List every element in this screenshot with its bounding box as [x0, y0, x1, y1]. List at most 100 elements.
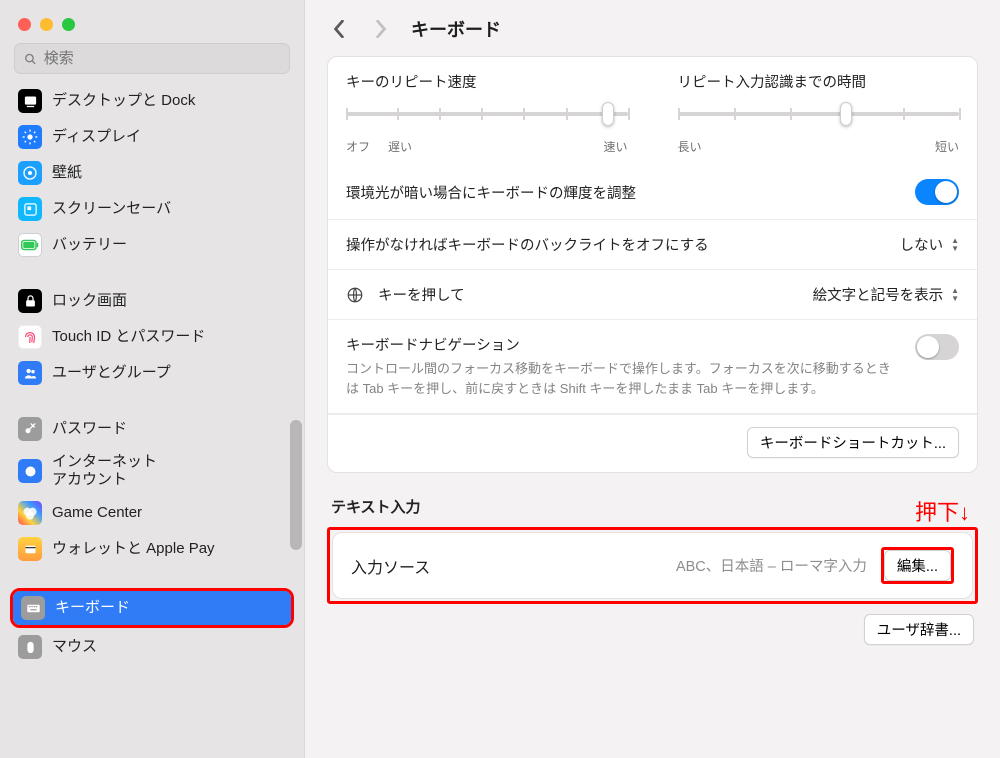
panel-input-source: 入力ソース ABC、日本語 – ローマ字入力 編集... [332, 532, 973, 599]
search-icon [23, 51, 38, 67]
gamecenter-icon [18, 501, 42, 525]
sidebar-item-label: ロック画面 [52, 292, 127, 310]
users-icon [18, 361, 42, 385]
svg-text:@: @ [27, 469, 34, 476]
sidebar-item-mouse[interactable]: マウス [10, 630, 294, 664]
search-input[interactable] [44, 50, 281, 67]
repeat-off-label: オフ [346, 138, 370, 155]
internet-icon: @ [18, 459, 42, 483]
display-icon [18, 125, 42, 149]
lock-icon [18, 289, 42, 313]
header: キーボード [305, 0, 1000, 56]
touchid-icon [18, 325, 42, 349]
sidebar-item-label: ウォレットと Apple Pay [52, 540, 215, 558]
sidebar-item-users[interactable]: ユーザとグループ [10, 356, 294, 390]
sidebar-item-label: デスクトップと Dock [52, 92, 195, 110]
edit-button[interactable]: 編集... [884, 550, 951, 581]
back-button[interactable] [327, 17, 351, 41]
repeat-delay-label: リピート入力認識までの時間 [678, 71, 960, 92]
row-input-source: 入力ソース ABC、日本語 – ローマ字入力 編集... [333, 533, 972, 598]
sidebar-item-passwords[interactable]: パスワード [10, 412, 294, 446]
sidebar-item-desktop-dock[interactable]: デスクトップと Dock [10, 84, 294, 118]
sidebar-item-screensaver[interactable]: スクリーンセーバ [10, 192, 294, 226]
wallet-icon [18, 537, 42, 561]
brightness-label: 環境光が暗い場合にキーボードの輝度を調整 [346, 182, 901, 203]
chevron-updown-icon: ▲▼ [951, 287, 959, 303]
sidebar-item-label: バッテリー [52, 236, 127, 254]
sidebar-nav: デスクトップと Dock ディスプレイ壁紙スクリーンセーババッテリーロック画面 To… [0, 84, 304, 664]
keyboard-nav-desc: コントロール間のフォーカス移動をキーボードで操作します。フォーカスを次に移動する… [346, 359, 901, 399]
sidebar-item-lock[interactable]: ロック画面 [10, 284, 294, 318]
battery-icon [18, 233, 42, 257]
text-input-title: テキスト入力 [327, 496, 425, 527]
sidebar-item-label: Game Center [52, 504, 142, 522]
repeat-delay-slider[interactable] [678, 102, 960, 126]
row-globe-key: キーを押して 絵文字と記号を表示 ▲▼ [328, 270, 977, 320]
keyboard-icon [21, 596, 45, 620]
passwords-icon [18, 417, 42, 441]
close-icon[interactable] [18, 18, 31, 31]
repeat-fast-label: 速い [603, 138, 627, 155]
sidebar-item-wallet[interactable]: ウォレットと Apple Pay [10, 532, 294, 566]
keyboard-nav-label: キーボードナビゲーション [346, 334, 901, 355]
globe-label: キーを押して [378, 284, 799, 305]
repeat-delay-col: リピート入力認識までの時間 長い 短い [678, 71, 960, 155]
annotation-press: 押下↓ [915, 495, 970, 527]
panel-keyboard: キーのリピート速度 オフ遅い 速い リピート入力認識までの時間 [327, 56, 978, 473]
user-dictionary-button[interactable]: ユーザ辞書... [864, 614, 974, 645]
minimize-icon[interactable] [40, 18, 53, 31]
sidebar-item-gamecenter[interactable]: Game Center [10, 496, 294, 530]
sidebar-item-label: 壁紙 [52, 164, 82, 182]
input-source-label: 入力ソース [351, 554, 662, 578]
page-title: キーボード [411, 16, 501, 42]
forward-button[interactable] [369, 17, 393, 41]
repeat-speed-knob[interactable] [602, 102, 614, 126]
repeat-speed-slider[interactable] [346, 102, 628, 126]
ssaver-icon [18, 197, 42, 221]
backlight-select[interactable]: しない ▲▼ [900, 234, 959, 255]
brightness-toggle[interactable] [915, 179, 959, 205]
sidebar-item-label: スクリーンセーバ [52, 200, 171, 218]
globe-icon [346, 286, 364, 304]
sidebar: デスクトップと Dock ディスプレイ壁紙スクリーンセーババッテリーロック画面 To… [0, 0, 305, 758]
sidebar-item-label: Touch ID とパスワード [52, 328, 205, 346]
main-content: キーボード キーのリピート速度 オフ遅い 速い リピー [305, 0, 1000, 758]
row-backlight: 操作がなければキーボードのバックライトをオフにする しない ▲▼ [328, 220, 977, 270]
search-field[interactable] [14, 43, 290, 74]
text-input-section: テキスト入力 押下↓ 入力ソース ABC、日本語 – ローマ字入力 編集... … [327, 495, 978, 645]
sidebar-item-label: ディスプレイ [52, 128, 141, 146]
mouse-icon [18, 635, 42, 659]
globe-value: 絵文字と記号を表示 [813, 284, 944, 305]
row-brightness: 環境光が暗い場合にキーボードの輝度を調整 [328, 165, 977, 220]
window-controls [0, 0, 304, 43]
sidebar-item-internet[interactable]: @ インターネット アカウント [10, 448, 294, 494]
sidebar-item-display[interactable]: ディスプレイ [10, 120, 294, 154]
row-keyboard-nav: キーボードナビゲーション コントロール間のフォーカス移動をキーボードで操作します… [328, 320, 977, 414]
panels-scroll: キーのリピート速度 オフ遅い 速い リピート入力認識までの時間 [305, 56, 1000, 758]
repeat-delay-knob[interactable] [840, 102, 852, 126]
sidebar-item-label: キーボード [55, 599, 130, 617]
shortcuts-row: キーボードショートカット... [328, 414, 977, 472]
maximize-icon[interactable] [62, 18, 75, 31]
sidebar-item-battery[interactable]: バッテリー [10, 228, 294, 262]
chevron-updown-icon: ▲▼ [951, 237, 959, 253]
repeat-speed-col: キーのリピート速度 オフ遅い 速い [346, 71, 628, 155]
sidebar-item-wallpaper[interactable]: 壁紙 [10, 156, 294, 190]
backlight-value: しない [900, 234, 944, 255]
backlight-label: 操作がなければキーボードのバックライトをオフにする [346, 234, 886, 255]
globe-select[interactable]: 絵文字と記号を表示 ▲▼ [813, 284, 959, 305]
sidebar-item-label: インターネット アカウント [52, 453, 157, 489]
repeat-short-label: 短い [935, 138, 959, 155]
repeat-long-label: 長い [678, 138, 702, 155]
sidebar-scrollbar[interactable] [290, 420, 302, 550]
sidebar-item-keyboard[interactable]: キーボード [13, 591, 291, 625]
sidebar-item-label: ユーザとグループ [52, 364, 171, 382]
keyboard-nav-toggle[interactable] [915, 334, 959, 360]
repeat-sliders: キーのリピート速度 オフ遅い 速い リピート入力認識までの時間 [328, 57, 977, 165]
dock-icon [18, 89, 42, 113]
sidebar-item-touchid[interactable]: Touch ID とパスワード [10, 320, 294, 354]
keyboard-shortcuts-button[interactable]: キーボードショートカット... [747, 427, 959, 458]
annotation-highlight-button: 編集... [881, 547, 954, 584]
repeat-slow-label: 遅い [388, 138, 412, 155]
sidebar-item-label: パスワード [52, 420, 127, 438]
